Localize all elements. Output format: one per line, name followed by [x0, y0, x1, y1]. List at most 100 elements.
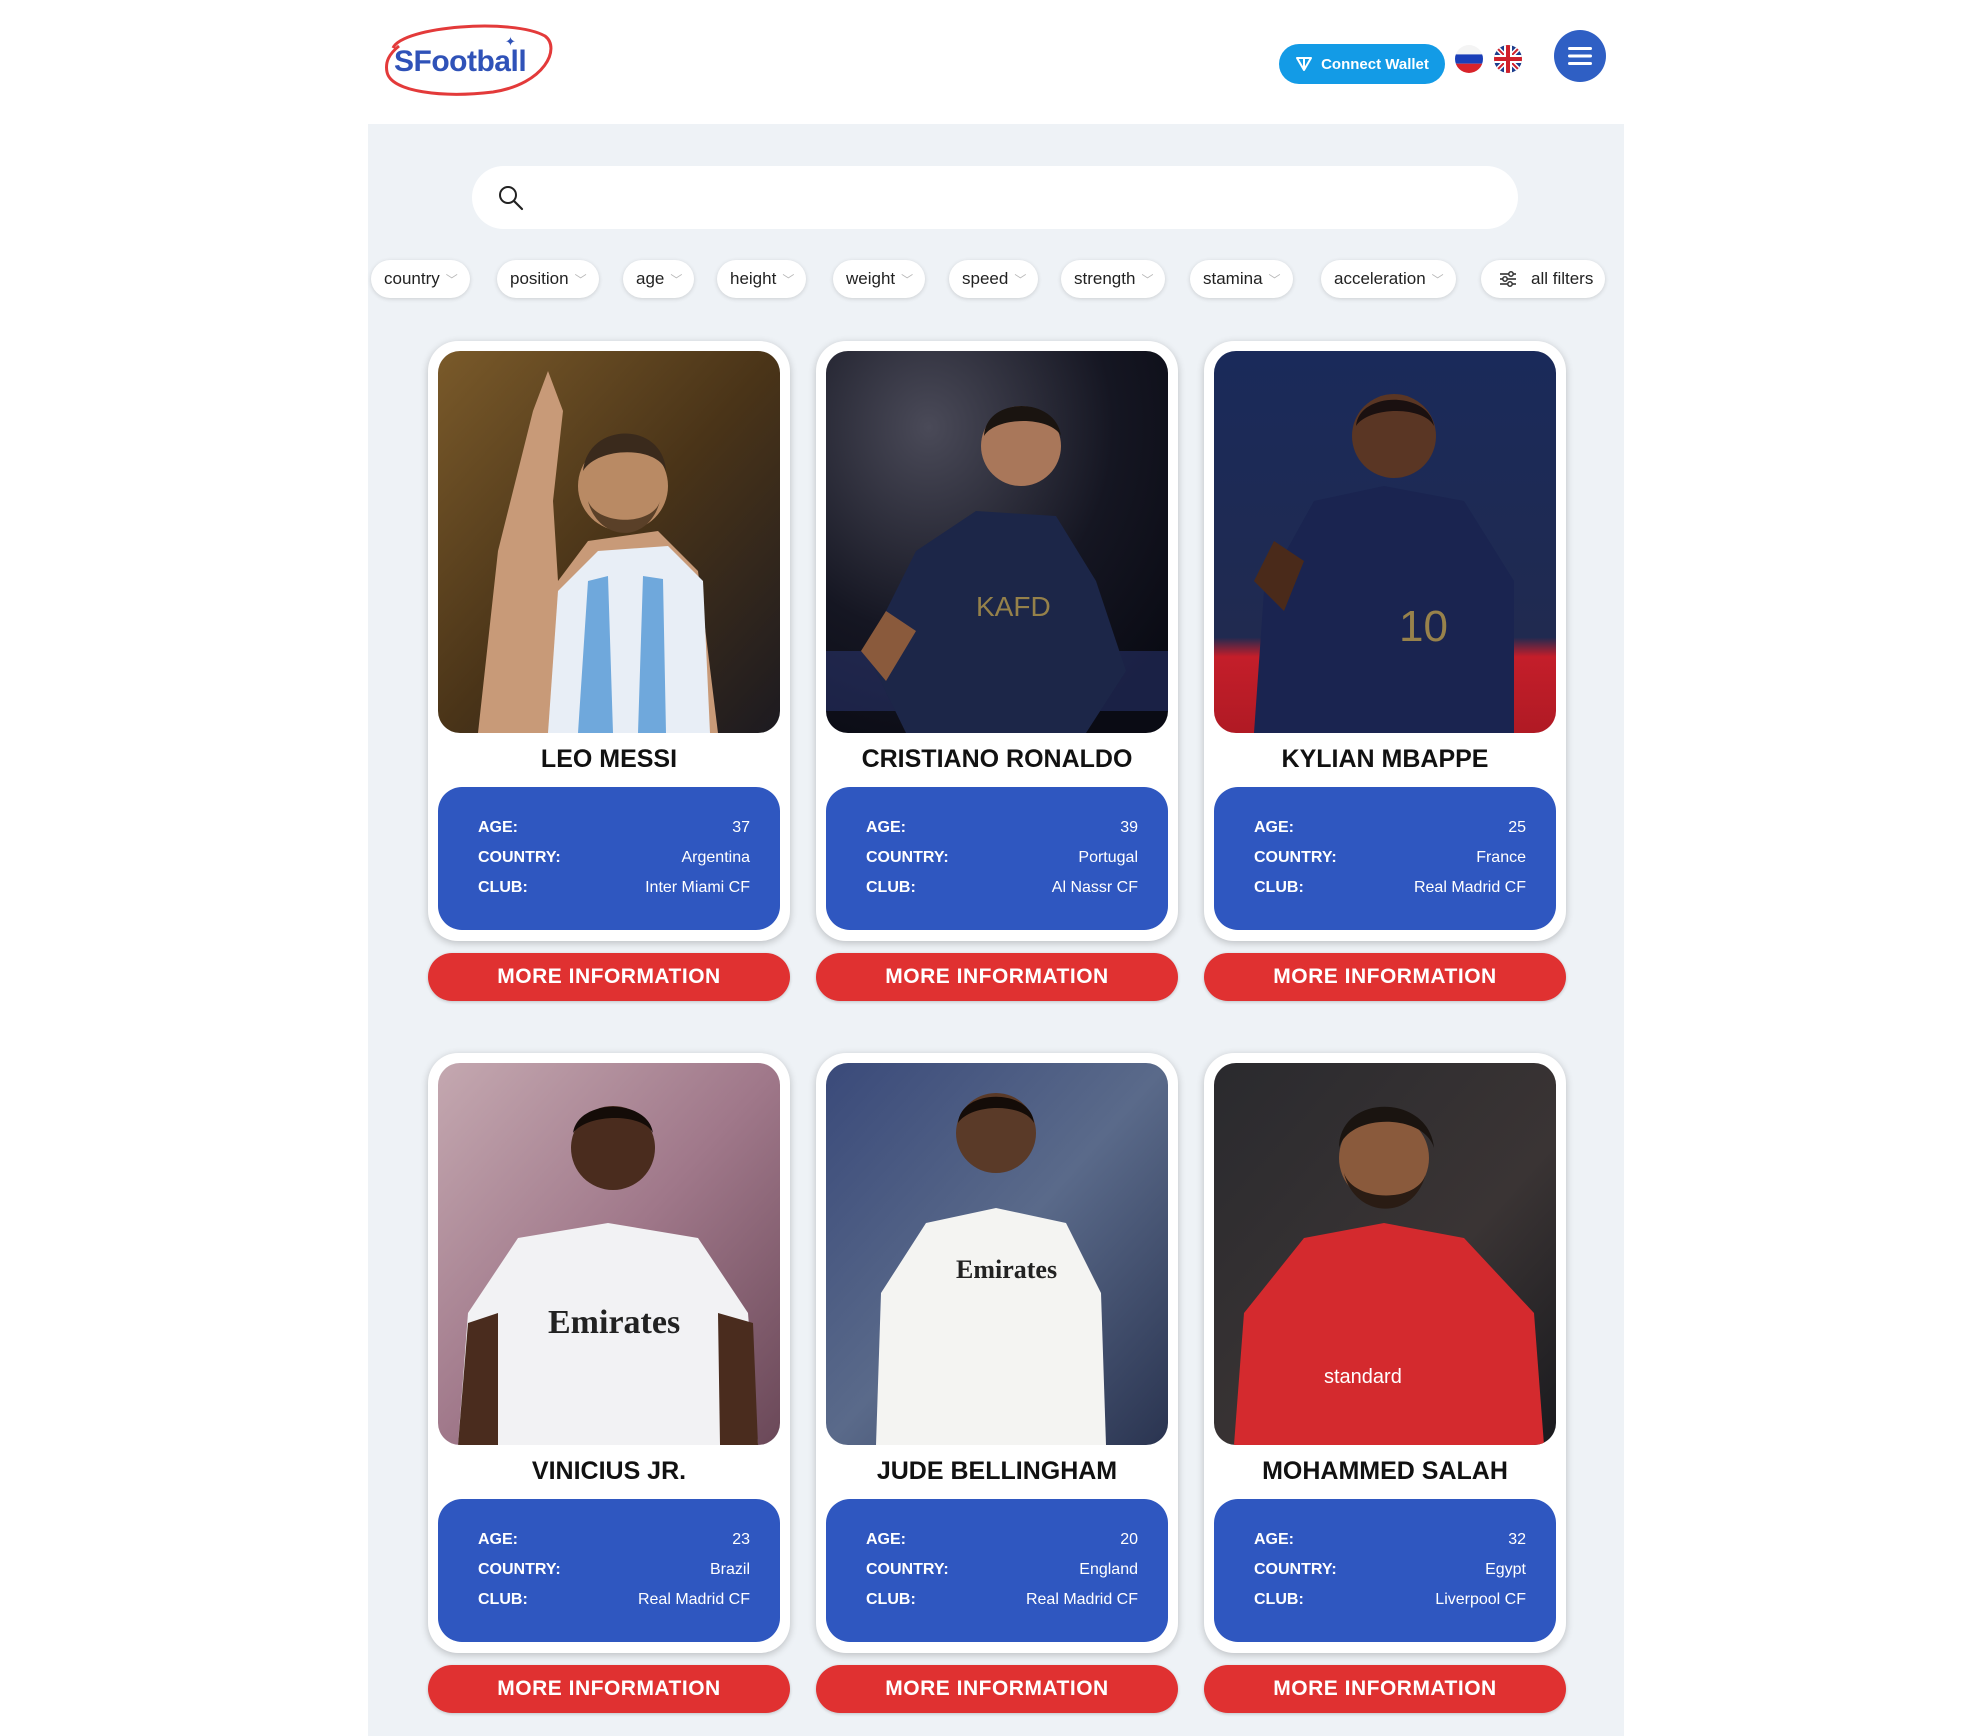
svg-text:KAFD: KAFD — [976, 591, 1051, 622]
player-photo[interactable]: Emirates — [438, 1063, 780, 1445]
player-name: VINICIUS JR. — [531, 1457, 687, 1485]
country-value: France — [1476, 849, 1526, 866]
club-value: Liverpool CF — [1435, 1591, 1526, 1608]
player-name: LEO MESSI — [540, 745, 678, 773]
age-label: AGE: — [1254, 819, 1294, 836]
all-filters-button[interactable]: all filters — [1481, 260, 1606, 298]
player-photo[interactable] — [438, 351, 780, 733]
club-value: Real Madrid CF — [1025, 1591, 1138, 1608]
filter-age[interactable]: age ﹀ — [623, 260, 695, 298]
player-photo[interactable]: Emirates — [826, 1063, 1168, 1445]
country-label: COUNTRY: — [866, 849, 949, 866]
country-label: COUNTRY: — [478, 1561, 561, 1578]
filter-label: speed — [962, 269, 1009, 288]
sliders-icon — [1500, 271, 1516, 287]
more-information-button[interactable]: MORE INFORMATION — [428, 953, 790, 1001]
chevron-down-icon: ﹀ — [1431, 272, 1444, 287]
all-filters-label: all filters — [1531, 269, 1594, 288]
player-stats: AGE: 23 COUNTRY: Brazil CLUB: Real Madrid C… — [438, 1499, 780, 1642]
flag-ru-icon[interactable] — [1455, 45, 1483, 73]
filter-strength[interactable]: strength ﹀ — [1061, 260, 1166, 298]
filter-weight[interactable]: weight ﹀ — [833, 260, 926, 298]
filter-label: acceleration — [1334, 269, 1426, 288]
filter-label: stamina — [1203, 269, 1263, 288]
filter-stamina[interactable]: stamina ﹀ — [1190, 260, 1293, 298]
svg-text:10: 10 — [1399, 602, 1448, 651]
more-information-button[interactable]: MORE INFORMATION — [1204, 1665, 1566, 1713]
more-information-button[interactable]: MORE INFORMATION — [816, 1665, 1178, 1713]
player-photo[interactable]: KAFD — [826, 351, 1168, 733]
search-bar[interactable] — [472, 166, 1518, 229]
player-card: KAFD CRISTIANO RONALDO AGE: 39 COUNTRY: Po… — [816, 341, 1178, 1001]
age-label: AGE: — [866, 819, 906, 836]
filter-label: weight — [846, 269, 896, 288]
age-value: 39 — [1120, 819, 1138, 836]
chevron-down-icon: ﹀ — [1268, 272, 1281, 287]
club-value: Real Madrid CF — [1413, 879, 1526, 896]
player-name: JUDE BELLINGHAM — [876, 1457, 1118, 1485]
age-value: 25 — [1508, 819, 1526, 836]
chevron-down-icon: ﹀ — [1014, 272, 1027, 287]
country-value: Egypt — [1485, 1561, 1526, 1578]
country-value: Portugal — [1078, 849, 1138, 866]
player-card: standard MOHAMMED SALAH AGE: 32 COUNTRY: E… — [1204, 1053, 1566, 1713]
player-card: Emirates JUDE BELLINGHAM AGE: 20 COUNTRY:… — [816, 1053, 1178, 1713]
filter-label: height — [730, 269, 777, 288]
filter-country[interactable]: country ﹀ — [371, 260, 470, 298]
country-value: Brazil — [709, 1561, 750, 1578]
club-label: CLUB: — [478, 879, 528, 896]
player-photo[interactable]: standard — [1214, 1063, 1556, 1445]
player-card: 10 KYLIAN MBAPPE AGE: 25 COUNTRY: France C… — [1204, 341, 1566, 1001]
age-label: AGE: — [478, 1531, 518, 1548]
chevron-down-icon: ﹀ — [574, 272, 587, 287]
country-label: COUNTRY: — [1254, 849, 1337, 866]
filter-label: strength — [1074, 269, 1136, 288]
club-label: CLUB: — [1254, 1591, 1304, 1608]
club-value: Inter Miami CF — [645, 879, 750, 896]
player-stats: AGE: 25 COUNTRY: France CLUB: Real Madrid C… — [1214, 787, 1556, 930]
connect-wallet-button[interactable]: Connect Wallet — [1279, 44, 1445, 84]
flag-uk-icon[interactable] — [1494, 45, 1522, 73]
club-label: CLUB: — [1254, 879, 1304, 896]
age-value: 32 — [1508, 1531, 1526, 1548]
player-name: KYLIAN MBAPPE — [1281, 745, 1489, 773]
player-photo[interactable]: 10 — [1214, 351, 1556, 733]
svg-text:Emirates: Emirates — [956, 1255, 1057, 1284]
player-stats: AGE: 37 COUNTRY: Argentina CLUB: Inter Miam… — [438, 787, 780, 930]
player-name: CRISTIANO RONALDO — [861, 745, 1133, 773]
search-icon — [499, 185, 524, 210]
chevron-down-icon: ﹀ — [901, 272, 914, 287]
club-label: CLUB: — [478, 1591, 528, 1608]
player-name: MOHAMMED SALAH — [1262, 1457, 1508, 1485]
menu-button[interactable] — [1554, 30, 1606, 82]
player-stats: AGE: 39 COUNTRY: Portugal CLUB: Al Nassr CF — [826, 787, 1168, 930]
ton-icon — [1296, 57, 1313, 71]
player-stats: AGE: 20 COUNTRY: England CLUB: Real Madrid … — [826, 1499, 1168, 1642]
player-stats: AGE: 32 COUNTRY: Egypt CLUB: Liverpool CF — [1214, 1499, 1556, 1642]
club-value: Real Madrid CF — [637, 1591, 750, 1608]
age-label: AGE: — [1254, 1531, 1294, 1548]
logo[interactable]: SFootball ✦ — [383, 18, 555, 98]
chevron-down-icon: ﹀ — [782, 272, 795, 287]
filter-position[interactable]: position ﹀ — [497, 260, 599, 298]
age-label: AGE: — [866, 1531, 906, 1548]
filter-label: position — [510, 269, 569, 288]
more-information-button[interactable]: MORE INFORMATION — [1204, 953, 1566, 1001]
player-card: Emirates VINICIUS JR. AGE: 23 COUNTRY: Bra… — [428, 1053, 790, 1713]
search-input[interactable] — [538, 177, 1518, 218]
filter-label: age — [636, 269, 665, 288]
svg-text:standard: standard — [1324, 1366, 1402, 1388]
filter-height[interactable]: height ﹀ — [717, 260, 807, 298]
country-label: COUNTRY: — [478, 849, 561, 866]
filter-label: country — [384, 269, 440, 288]
logo-text: SFootball — [394, 45, 527, 78]
sparkle-icon: ✦ — [505, 34, 516, 49]
filter-acceleration[interactable]: acceleration ﹀ — [1321, 260, 1456, 298]
country-label: COUNTRY: — [866, 1561, 949, 1578]
age-value: 37 — [732, 819, 750, 836]
filter-speed[interactable]: speed ﹀ — [949, 260, 1039, 298]
more-information-button[interactable]: MORE INFORMATION — [816, 953, 1178, 1001]
chevron-down-icon: ﹀ — [445, 272, 458, 287]
more-information-button[interactable]: MORE INFORMATION — [428, 1665, 790, 1713]
chevron-down-icon: ﹀ — [1141, 272, 1154, 287]
